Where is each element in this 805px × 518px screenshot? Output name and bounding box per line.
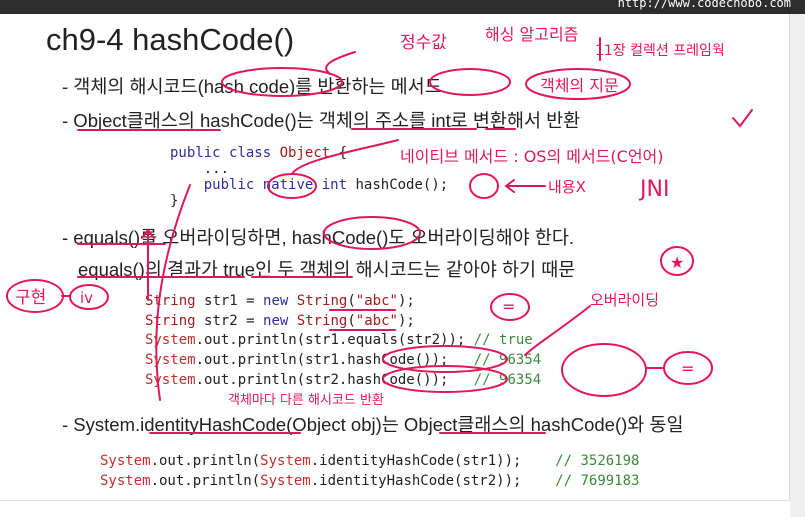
top-bar: http://www.codechobo.com [0,0,805,14]
code-token: public [203,177,255,193]
code-token: System [145,332,196,349]
code-token: .out.println( [150,453,261,469]
code-block-identity: System.out.println(System.identityHashCo… [100,451,639,491]
code-token: hashCode(); [355,177,449,193]
code-token: "abc" [355,312,398,329]
code-token: .identityHashCode(str2)); [310,473,522,489]
code-token: .out.println(str2.hashCode()); [195,371,449,388]
code-comment: // true [473,332,533,349]
code-token: String [145,293,196,309]
code-token: .out.println(str1.hashCode()); [195,352,449,369]
code-token: new [263,293,289,309]
code-token: System [145,352,196,369]
code-token: .out.println( [150,473,261,489]
code-token: = [246,312,255,329]
code-block-string: String str1 = new String("abc"); String … [145,292,541,391]
code-token: ); [397,293,415,309]
code-token: int [321,177,348,193]
code-token: ... [203,161,230,177]
code-token: new [263,312,289,329]
code-block-object: public class Object { ... public native … [170,145,448,209]
bullet-4: - System.identityHashCode(Object obj)는 O… [62,414,684,435]
bullet-1: - 객체의 해시코드(hash code)를 반환하는 메서드 [62,76,442,97]
code-token: .out.println(str1.equals(str2)); [195,332,466,349]
code-token: System [260,473,311,489]
code-token: .identityHashCode(str1)); [310,453,522,469]
code-comment: // 96354 [473,371,542,388]
code-token: String [296,312,348,329]
code-token: public [170,145,221,161]
code-token: str1 [204,293,238,309]
code-comment: // 96354 [473,352,542,369]
code-comment: // 7699183 [555,473,640,489]
slide-title: ch9-4 hashCode() [46,22,295,57]
code-token: = [246,293,255,309]
code-token: "abc" [355,293,398,309]
bottom-bar [0,500,790,518]
code-token: native [262,177,314,193]
code-token: System [100,473,151,489]
bullet-3: - equals()를 오버라이딩하면, hashCode()도 오버라이딩해야… [62,227,575,248]
code-token: ); [397,312,415,329]
code-token: System [100,453,151,469]
url-text: http://www.codechobo.com [617,0,791,10]
bullet-3-cont: equals()의 결과가 true인 두 객체의 해시코드는 같아야 하기 때… [78,259,576,280]
scrollbar[interactable] [789,14,805,517]
code-token: { [338,145,348,161]
bullet-2: - Object클래스의 hashCode()는 객체의 주소를 int로 변환… [62,110,581,131]
code-token: ( [347,312,356,329]
code-token: str2 [204,312,238,329]
code-token: ( [347,293,356,309]
code-token: String [145,312,196,329]
code-token: String [296,293,348,309]
code-token: System [260,453,311,469]
code-token: class [229,145,272,161]
code-comment: // 3526198 [555,453,640,469]
code-token: System [145,371,196,388]
code-token: } [170,193,179,209]
code-token: Object [279,145,331,161]
